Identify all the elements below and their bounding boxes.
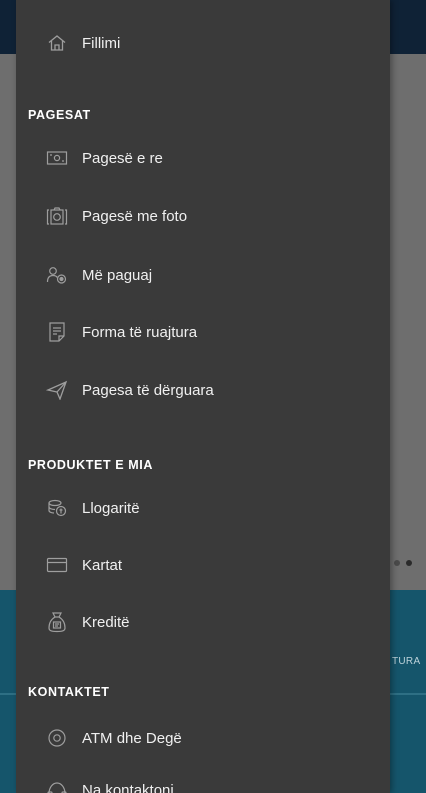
carousel-dot — [394, 560, 400, 566]
money-bag-icon — [46, 611, 68, 633]
camera-icon — [46, 205, 68, 227]
drawer-item-home[interactable]: Fillimi — [16, 23, 390, 63]
section-title-contacts: KONTAKTET — [28, 685, 110, 699]
card-icon — [46, 554, 68, 576]
drawer-item-label: Pagesa të dërguara — [82, 381, 214, 399]
request-payment-icon — [46, 264, 68, 286]
drawer-item-label: Fillimi — [82, 34, 121, 52]
drawer-item-photo-payment[interactable]: Pagesë me foto — [16, 196, 390, 236]
drawer-item-label: Na kontaktoni — [82, 781, 174, 793]
home-icon — [46, 32, 68, 54]
carousel-dot — [406, 560, 412, 566]
navigation-drawer: Fillimi PAGESAT Pagesë e re Pagesë me fo… — [16, 0, 390, 793]
saved-forms-icon — [46, 321, 68, 343]
carousel-dots — [394, 560, 412, 566]
drawer-item-label: ATM dhe Degë — [82, 729, 182, 747]
drawer-item-label: Pagesë me foto — [82, 207, 188, 225]
drawer-item-accounts[interactable]: Llogaritë — [16, 488, 390, 528]
section-title-payments: PAGESAT — [28, 108, 91, 122]
drawer-item-contact-us[interactable]: Na kontaktoni — [16, 770, 390, 793]
drawer-item-label: Forma të ruajtura — [82, 323, 198, 341]
phone-icon — [46, 779, 68, 793]
drawer-item-new-payment[interactable]: Pagesë e re — [16, 138, 390, 178]
drawer-item-label: Llogaritë — [82, 499, 140, 517]
drawer-item-saved-forms[interactable]: Forma të ruajtura — [16, 312, 390, 352]
coins-icon — [46, 497, 68, 519]
bottom-tab-label[interactable]: TURA — [392, 656, 426, 667]
location-icon — [46, 727, 68, 749]
drawer-item-loans[interactable]: Kreditë — [16, 602, 390, 642]
drawer-item-label: Kreditë — [82, 613, 130, 631]
drawer-item-sent-payments[interactable]: Pagesa të dërguara — [16, 370, 390, 410]
payment-icon — [46, 147, 68, 169]
drawer-item-request-payment[interactable]: Më paguaj — [16, 255, 390, 295]
section-title-my-products: PRODUKTET E MIA — [28, 458, 153, 472]
drawer-item-cards[interactable]: Kartat — [16, 545, 390, 585]
drawer-item-label: Pagesë e re — [82, 149, 163, 167]
send-icon — [46, 379, 68, 401]
drawer-item-atm-branches[interactable]: ATM dhe Degë — [16, 718, 390, 758]
drawer-item-label: Më paguaj — [82, 266, 153, 284]
drawer-item-label: Kartat — [82, 556, 123, 574]
